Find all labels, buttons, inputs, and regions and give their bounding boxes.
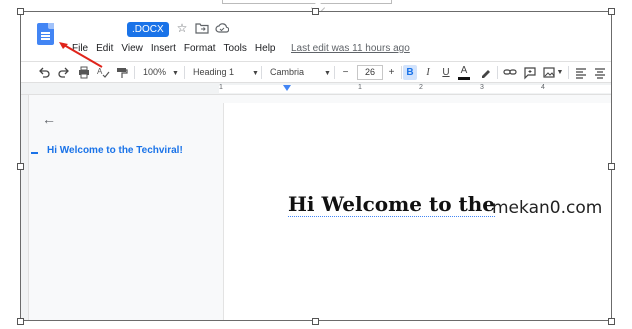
insert-link-icon[interactable] [503,65,517,80]
heading-text: Hi Welcome to the [288,192,496,217]
menu-format[interactable]: Format [180,41,220,57]
menu-insert[interactable]: Insert [147,41,180,57]
style-dropdown[interactable]: Heading 1 ▼ [193,65,259,80]
document-title[interactable] [71,24,123,34]
resize-handle[interactable] [17,163,24,170]
document-heading[interactable]: Hi Welcome to the [288,192,496,217]
resize-handle[interactable] [312,318,319,325]
increase-font-size-button[interactable]: + [385,65,398,80]
resize-handle[interactable] [17,318,24,325]
resize-handle[interactable] [17,8,24,15]
underline-button[interactable]: U [440,65,452,80]
chevron-down-icon: ▼ [172,70,179,77]
docx-badge: .DOCX [127,22,169,37]
zoom-dropdown[interactable]: 100% ▼ [143,65,179,80]
font-size-input[interactable]: 26 [357,65,383,80]
star-icon[interactable]: ☆ [175,21,189,35]
vertical-ruler [21,95,29,320]
last-edit-link[interactable]: Last edit was 11 hours ago [291,41,410,57]
indent-marker[interactable] [283,85,291,91]
ruler-number: 3 [480,84,484,91]
ruler-number: 1 [358,84,362,91]
insert-image-icon[interactable] [542,65,556,80]
top-tab-notch [222,0,392,4]
resize-handle[interactable] [608,8,615,15]
outline-active-marker [31,152,38,154]
menu-help[interactable]: Help [251,41,280,57]
style-value: Heading 1 [193,67,235,77]
chevron-down-icon[interactable]: ▼ [556,65,564,80]
font-dropdown[interactable]: Cambria ▼ [270,65,331,80]
title-bar: .DOCX ☆ File Edit View Insert Format Too… [21,12,611,64]
undo-icon[interactable] [37,65,51,80]
resize-handle[interactable] [312,8,319,15]
paint-format-icon[interactable] [115,65,129,80]
back-arrow-icon[interactable]: ← [42,111,56,127]
chevron-down-icon: ▼ [324,70,331,77]
horizontal-ruler: 1 1 2 3 4 [21,83,611,95]
ruler-number: 2 [419,84,423,91]
zoom-value: 100% [143,67,167,77]
highlight-pen-icon[interactable] [478,65,492,80]
text-color-button[interactable]: A [458,65,470,80]
annotation-arrow [59,42,103,68]
folder-move-icon[interactable] [195,21,209,35]
resize-handle[interactable] [608,318,615,325]
google-docs-logo-icon[interactable] [37,23,54,45]
screenshot-frame: .DOCX ☆ File Edit View Insert Format Too… [20,11,612,321]
resize-handle[interactable] [608,163,615,170]
ruler-number: 1 [219,84,223,91]
align-center-icon[interactable] [593,65,607,80]
bold-button[interactable]: B [403,65,417,80]
chevron-down-icon: ▼ [252,70,259,77]
font-value: Cambria [270,67,305,77]
document-outline-panel: ← Hi Welcome to the Techviral! [29,95,221,320]
cloud-status-icon[interactable] [215,21,229,35]
ruler-number: 4 [541,84,545,91]
menu-view[interactable]: View [117,41,147,57]
align-left-icon[interactable] [574,65,588,80]
ruler-page-area [219,85,611,93]
toolbar: A 100% ▼ Heading 1 ▼ Cambria ▼ − 26 + B I U… [21,61,611,83]
watermark-text: mekan0.com [492,198,603,218]
decrease-font-size-button[interactable]: − [339,65,352,80]
menu-tools[interactable]: Tools [220,41,251,57]
outline-item[interactable]: Hi Welcome to the Techviral! [47,145,183,156]
add-comment-icon[interactable] [523,65,537,80]
italic-button[interactable]: I [422,65,434,80]
